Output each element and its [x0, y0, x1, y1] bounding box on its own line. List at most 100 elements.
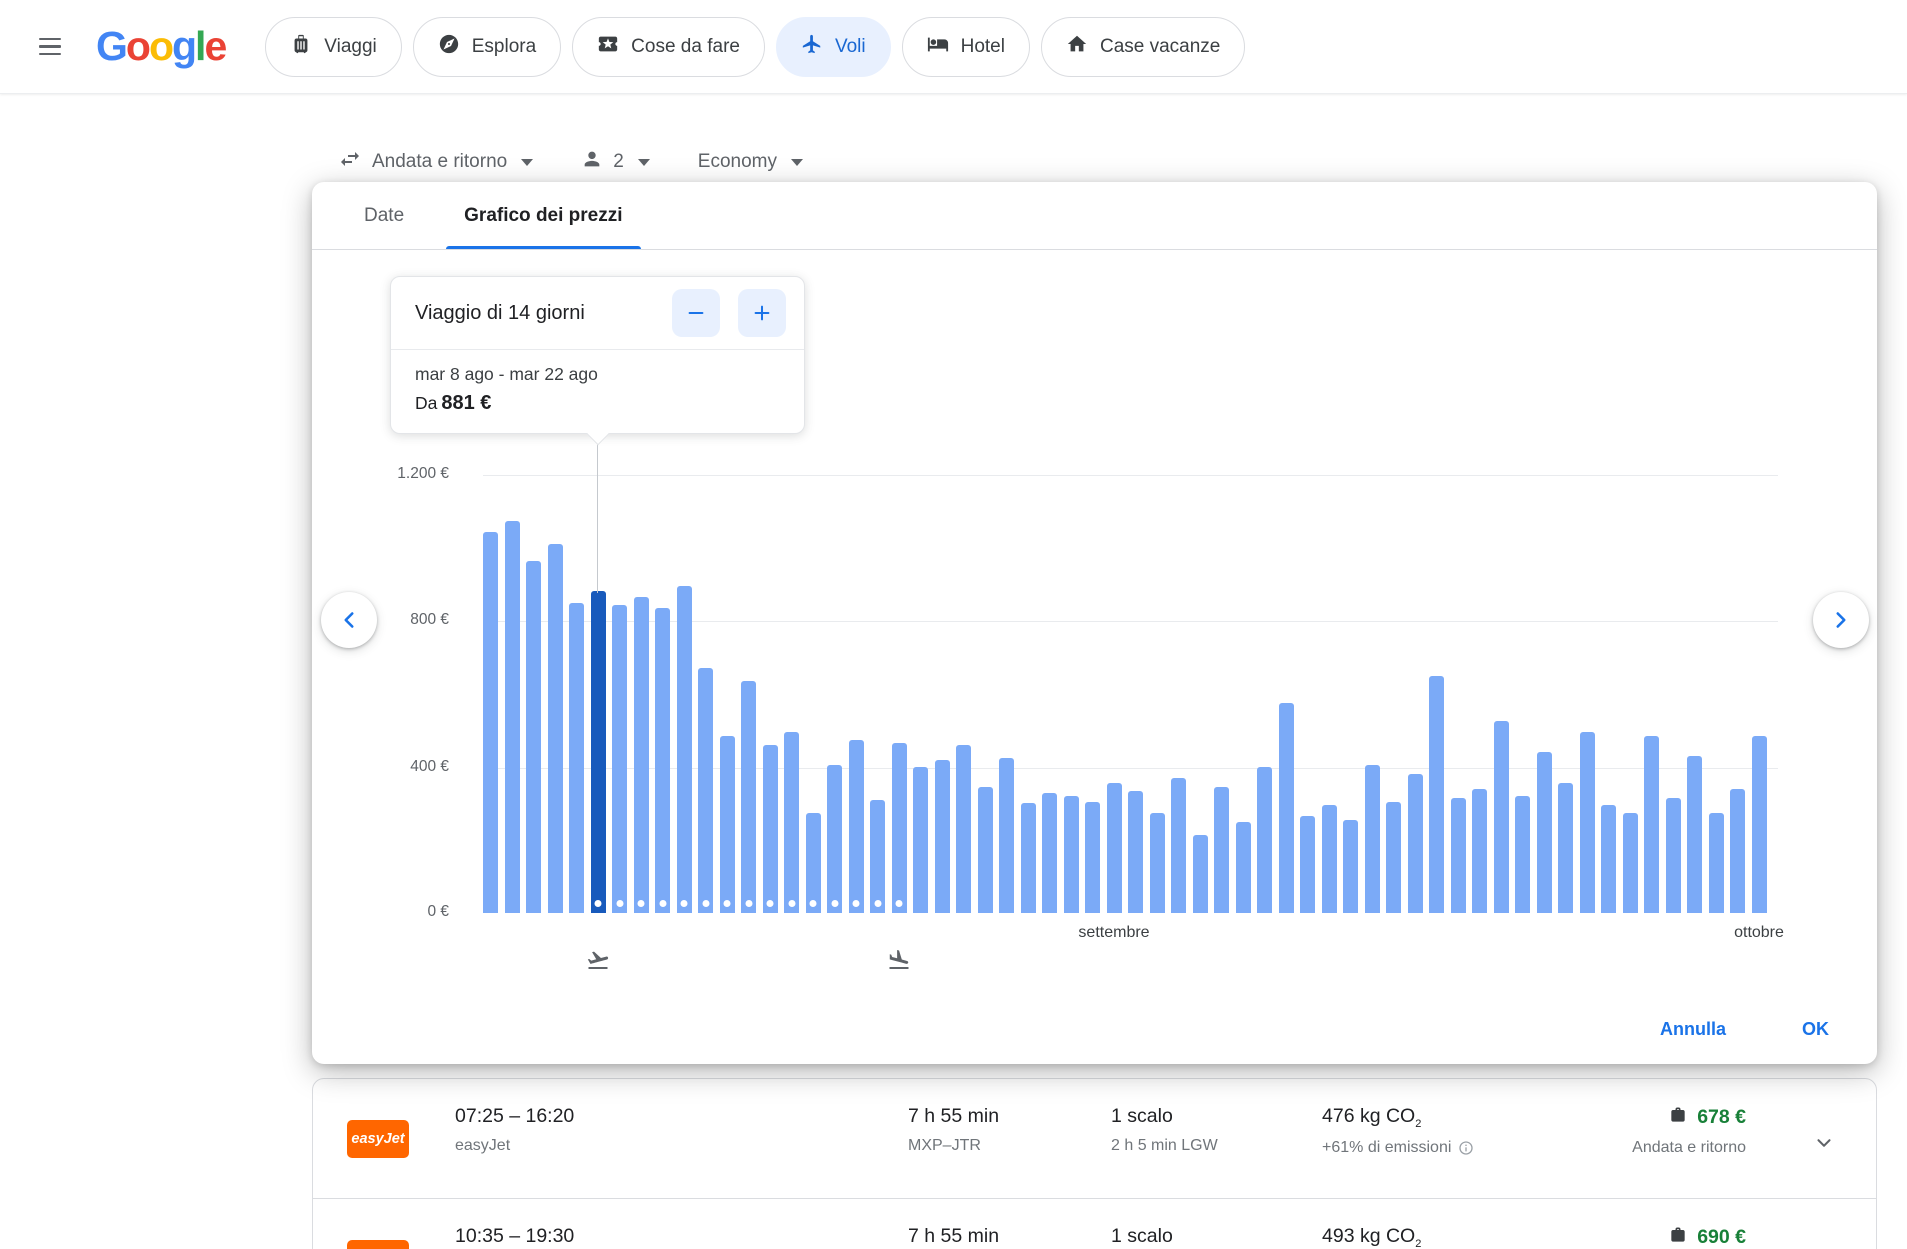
- price-bar[interactable]: [1558, 783, 1573, 913]
- price-bar[interactable]: [1021, 803, 1036, 913]
- nav-pill-label: Case vacanze: [1100, 36, 1220, 58]
- price-bar[interactable]: [1214, 787, 1229, 913]
- price-bar[interactable]: [784, 732, 799, 913]
- price-bar[interactable]: [483, 532, 498, 913]
- price-bar[interactable]: [1429, 676, 1444, 913]
- price-bar[interactable]: [720, 736, 735, 913]
- price-bar[interactable]: [1451, 798, 1466, 913]
- nav-pill-voli[interactable]: Voli: [776, 17, 891, 77]
- price-bar[interactable]: [741, 681, 756, 913]
- price-bar[interactable]: [978, 787, 993, 913]
- nav-pill-hotel[interactable]: Hotel: [902, 17, 1030, 77]
- nav-pill-label: Viaggi: [324, 36, 376, 58]
- flight-times: 07:25 – 16:20: [455, 1105, 574, 1128]
- price-bar[interactable]: [1730, 789, 1745, 913]
- flight-land-icon: [887, 948, 911, 977]
- cancel-button[interactable]: Annulla: [1646, 1009, 1740, 1050]
- price-bar[interactable]: [1408, 774, 1423, 913]
- price-bar[interactable]: [1279, 703, 1294, 913]
- previous-dates-button[interactable]: [321, 592, 377, 648]
- price-bar[interactable]: [935, 760, 950, 913]
- next-dates-button[interactable]: [1813, 592, 1869, 648]
- price-bar[interactable]: [1666, 798, 1681, 913]
- flight-icon: [801, 33, 823, 61]
- ok-button[interactable]: OK: [1788, 1009, 1843, 1050]
- emissions-delta: +61% di emissioni: [1322, 1139, 1474, 1157]
- price-graph-dialog: Date Grafico dei prezzi Viaggio di 14 gi…: [312, 182, 1877, 1064]
- price-bar[interactable]: [526, 561, 541, 913]
- price-bar[interactable]: [569, 603, 584, 913]
- trip-day-dot: [681, 900, 688, 907]
- main-menu-button[interactable]: [26, 23, 74, 71]
- price-bar[interactable]: [1064, 796, 1079, 913]
- price-bar[interactable]: [1257, 767, 1272, 913]
- price-bar[interactable]: [1709, 813, 1724, 913]
- nav-pill-cose-da-fare[interactable]: Cose da fare: [572, 17, 765, 77]
- price-bar[interactable]: [999, 758, 1014, 913]
- price-bar[interactable]: [1300, 816, 1315, 913]
- price-bar[interactable]: [1752, 736, 1767, 913]
- price-bar[interactable]: [698, 668, 713, 913]
- y-axis-tick: 0 €: [334, 903, 449, 921]
- emissions-column: 493 kg CO2: [1322, 1225, 1421, 1249]
- price-bar[interactable]: [1580, 732, 1595, 913]
- increase-trip-length-button[interactable]: [738, 289, 786, 337]
- price-bar[interactable]: [892, 743, 907, 913]
- price-bar[interactable]: [1128, 791, 1143, 913]
- price-bar[interactable]: [1687, 756, 1702, 913]
- price-bar[interactable]: [1537, 752, 1552, 913]
- travel-nav-pills: Viaggi Esplora Cose da fare Voli: [265, 17, 1245, 77]
- nav-pill-case-vacanze[interactable]: Case vacanze: [1041, 17, 1245, 77]
- price-bar[interactable]: [870, 800, 885, 913]
- price-bar[interactable]: [1042, 793, 1057, 913]
- price-bar[interactable]: [612, 605, 627, 913]
- price-bar[interactable]: [634, 597, 649, 913]
- trip-length-stepper: [672, 289, 786, 337]
- gridline-1200: [483, 475, 1778, 476]
- price-bar[interactable]: [1193, 835, 1208, 913]
- price-bar[interactable]: [827, 765, 842, 913]
- flight-result-row[interactable]: easyJet 07:25 – 16:20 easyJet 7 h 55 min…: [313, 1079, 1876, 1199]
- flight-result-row[interactable]: easyJet 10:35 – 19:30 7 h 55 min 1 scalo…: [313, 1199, 1876, 1249]
- google-logo[interactable]: Google: [96, 26, 225, 67]
- price-bar[interactable]: [1365, 765, 1380, 913]
- nav-pill-viaggi[interactable]: Viaggi: [265, 17, 401, 77]
- price-bar[interactable]: [913, 767, 928, 913]
- price-bar[interactable]: [849, 740, 864, 913]
- price-bar[interactable]: [1150, 813, 1165, 913]
- price-bar[interactable]: [1601, 805, 1616, 913]
- price-bar[interactable]: [505, 521, 520, 913]
- price-bar[interactable]: [1386, 802, 1401, 913]
- expand-flight-button[interactable]: [1804, 1123, 1844, 1163]
- price-bar[interactable]: [1494, 721, 1509, 913]
- price-bar[interactable]: [806, 813, 821, 913]
- price-bar[interactable]: [1322, 805, 1337, 913]
- y-axis-tick: 1.200 €: [334, 465, 449, 483]
- price-bar[interactable]: [1472, 789, 1487, 913]
- swap-horizontal-icon: [338, 147, 362, 177]
- price-bar[interactable]: [1085, 802, 1100, 913]
- stops-column: 1 scalo 2 h 5 min LGW: [1111, 1105, 1218, 1155]
- stops-column: 1 scalo: [1111, 1225, 1173, 1248]
- info-icon[interactable]: [1458, 1140, 1474, 1156]
- price-bar[interactable]: [956, 745, 971, 913]
- decrease-trip-length-button[interactable]: [672, 289, 720, 337]
- price-bar[interactable]: [1343, 820, 1358, 913]
- cabin-class-dropdown[interactable]: Economy: [688, 151, 813, 173]
- price-bar-selected[interactable]: [591, 591, 606, 913]
- nav-pill-esplora[interactable]: Esplora: [413, 17, 561, 77]
- price-bar[interactable]: [1107, 783, 1122, 913]
- passenger-count-value: 2: [613, 151, 624, 173]
- chevron-down-icon: [791, 159, 803, 166]
- price-bar[interactable]: [1644, 736, 1659, 913]
- price-bar[interactable]: [548, 544, 563, 913]
- price-bar[interactable]: [655, 608, 670, 913]
- price-bar[interactable]: [1515, 796, 1530, 913]
- price-bar[interactable]: [677, 586, 692, 913]
- price-bar[interactable]: [1171, 778, 1186, 913]
- price-bar[interactable]: [763, 745, 778, 913]
- price-bar[interactable]: [1623, 813, 1638, 913]
- passengers-dropdown[interactable]: 2: [571, 148, 660, 176]
- trip-type-dropdown[interactable]: Andata e ritorno: [328, 147, 543, 177]
- price-bar[interactable]: [1236, 822, 1251, 913]
